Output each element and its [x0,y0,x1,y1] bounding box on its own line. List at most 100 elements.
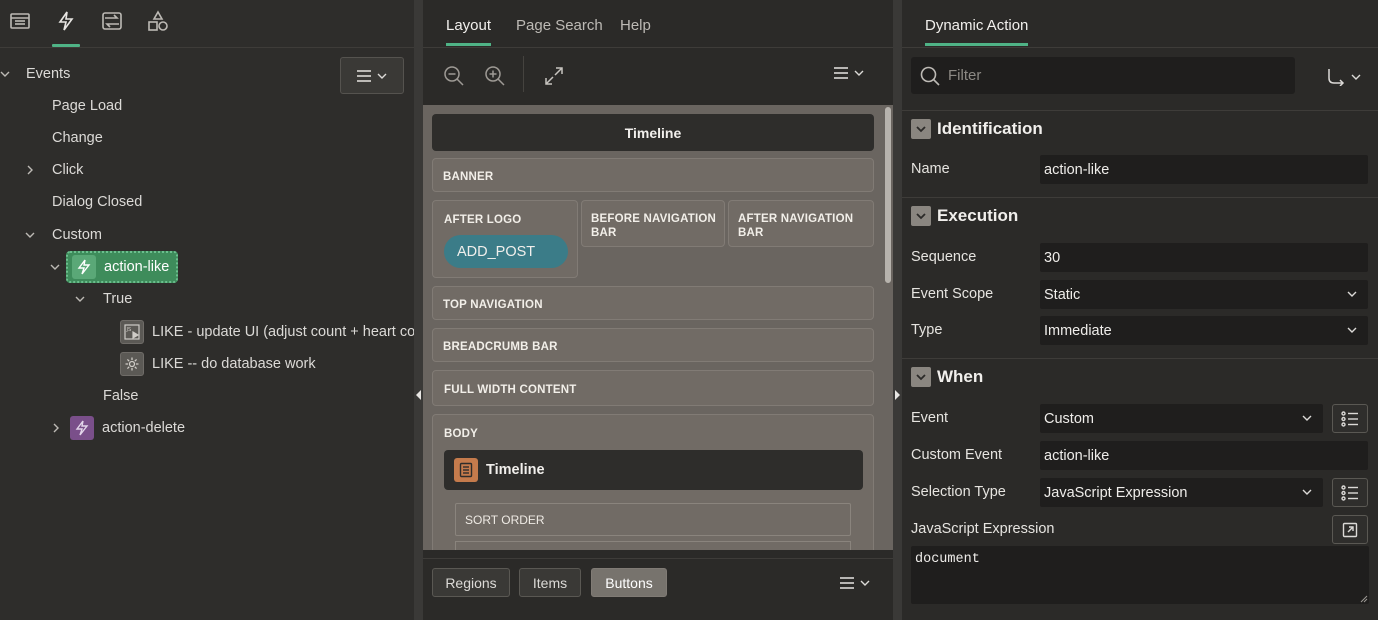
menu-icon [357,69,371,82]
layout-toolbar [423,48,893,105]
name-field[interactable]: action-like [1040,155,1368,184]
timeline-region-label: Timeline [486,462,545,478]
gallery-menu-button[interactable] [839,576,871,590]
region-top-navigation[interactable]: TOP NAVIGATION [432,286,874,320]
chevron-right-icon [53,423,59,433]
collapse-icon [911,367,931,387]
region-after-navigation-bar[interactable]: AFTER NAVIGATION BAR [728,200,874,247]
collapse-icon [911,206,931,226]
tree-node-dialog-closed[interactable]: Dialog Closed [52,188,142,216]
lightning-icon [72,255,96,279]
sort-order-slot[interactable]: SORT ORDER [455,503,851,536]
chevron-down-icon [25,232,35,238]
tab-dynamic-action[interactable]: Dynamic Action [925,17,1029,46]
tab-items[interactable]: Items [519,568,581,597]
breadcrumb-bar-label: BREADCRUMB BAR [443,341,558,353]
tree-menu-button[interactable] [340,57,404,94]
execution-title: Execution [937,206,1019,225]
page-title-bar[interactable]: Timeline [432,114,874,151]
tab-layout[interactable]: Layout [446,17,492,46]
event-select[interactable]: Custom [1040,404,1323,433]
click-label: Click [52,162,84,178]
right-splitter[interactable] [893,0,902,620]
filter-input[interactable] [948,67,1268,84]
left-splitter[interactable] [414,0,423,620]
zoom-out-icon[interactable] [443,65,465,87]
tree-node-action-like[interactable]: action-like [66,251,178,283]
tree-node-action-delete[interactable]: action-delete [50,414,185,442]
event-list-button[interactable] [1332,404,1368,433]
right-tab-bar: Dynamic Action [902,0,1378,48]
region-full-width-content[interactable]: FULL WIDTH CONTENT [432,370,874,406]
region-breadcrumb-bar[interactable]: BREADCRUMB BAR [432,328,874,362]
tab-help[interactable]: Help [620,17,651,34]
selection-type-select[interactable]: JavaScript Expression [1040,478,1323,507]
left-panel: Events Page Load Change Click Dialog Clo… [0,0,414,620]
expand-icon[interactable] [543,65,565,87]
layout-menu-button[interactable] [833,66,865,80]
toolbar-divider [523,56,524,92]
section-execution[interactable]: Execution [902,197,1378,234]
name-label: Name [911,161,950,177]
tree-node-like-update[interactable]: JS LIKE - update UI (adjust count + hear… [120,318,414,346]
open-code-editor-button[interactable] [1332,515,1368,544]
go-to-group-button[interactable] [1326,68,1362,86]
js-expression-editor[interactable]: document [911,546,1369,604]
body-label: BODY [444,428,479,440]
middle-panel: Layout Page Search Help Timeline BANNER … [423,0,893,620]
tree-node-custom[interactable]: Custom [24,221,102,249]
filter-field[interactable] [911,57,1295,94]
tree-node-true[interactable]: True [74,285,132,313]
rendering-tab[interactable] [6,10,34,40]
chevron-right-icon [27,165,33,175]
custom-event-field[interactable]: action-like [1040,441,1368,470]
menu-icon [834,67,848,79]
chevron-down-icon [50,264,60,270]
tab-buttons[interactable]: Buttons [591,568,667,597]
selection-type-list-button[interactable] [1332,478,1368,507]
change-label: Change [52,130,103,146]
tree-node-page-load[interactable]: Page Load [52,92,122,120]
chevron-down-icon [1302,489,1312,495]
shared-components-tab[interactable] [144,10,172,40]
tree-node-like-db[interactable]: LIKE -- do database work [120,350,316,378]
timeline-region[interactable]: Timeline [444,450,863,490]
sequence-field[interactable]: 30 [1040,243,1368,272]
js-expression-label: JavaScript Expression [911,521,1055,537]
dynamic-actions-tab[interactable] [52,10,80,47]
zoom-in-icon[interactable] [484,65,506,87]
like-update-label: LIKE - update UI (adjust count + heart c… [152,324,414,340]
event-scope-select[interactable]: Static [1040,280,1368,309]
full-width-content-label: FULL WIDTH CONTENT [444,384,577,396]
add-post-button[interactable]: ADD_POST [444,235,568,268]
type-select[interactable]: Immediate [1040,316,1368,345]
banner-label: BANNER [443,171,494,183]
region-before-navigation-bar[interactable]: BEFORE NAVIGATION BAR [581,200,725,247]
chevron-down-icon [1347,291,1357,297]
section-when[interactable]: When [902,358,1378,395]
chevron-down-icon [75,296,85,302]
tree-node-click[interactable]: Click [24,156,83,184]
type-value: Immediate [1044,322,1112,339]
chevron-down-icon [377,73,387,79]
svg-text:JS: JS [126,327,132,333]
selection-type-value: JavaScript Expression [1044,484,1188,501]
tab-regions[interactable]: Regions [432,568,510,597]
resize-handle-icon[interactable] [1360,595,1368,603]
after-logo-label: AFTER LOGO [444,214,522,226]
lightning-icon [58,11,74,31]
canvas-scrollbar[interactable] [885,107,891,283]
middle-tab-bar: Layout Page Search Help [423,0,893,48]
search-icon [920,66,940,86]
tree-node-change[interactable]: Change [52,124,103,152]
tab-page-search[interactable]: Page Search [516,17,603,34]
event-scope-label: Event Scope [911,286,994,302]
tree-node-false[interactable]: False [103,382,138,410]
event-scope-value: Static [1044,286,1081,303]
dialog-closed-label: Dialog Closed [52,194,143,210]
collapse-icon [911,119,931,139]
processing-tab[interactable] [98,10,126,40]
section-identification[interactable]: Identification [902,110,1378,147]
tree-node-events[interactable]: Events [0,60,70,88]
region-banner[interactable]: BANNER [432,158,874,192]
